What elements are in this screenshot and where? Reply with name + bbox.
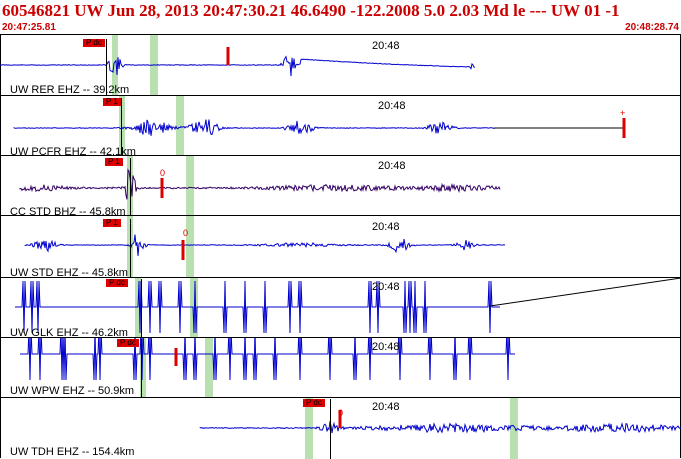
station-label: UW TDH EHZ -- 154.4km (10, 446, 135, 458)
time-mark: 20:48 (372, 40, 400, 52)
end-time: 20:48:28.74 (625, 22, 679, 33)
pick-line (130, 219, 131, 278)
pick-line (141, 339, 142, 398)
pick-tag[interactable]: P dc (106, 279, 128, 287)
trace-panel-uw-std[interactable]: P 1 20:48 0 UW STD EHZ -- 45.8km (0, 215, 681, 279)
trace-panel-cc-std[interactable]: P 1 20:48 0 CC STD BHZ -- 45.8km (0, 155, 681, 218)
time-mark: 20:48 (378, 160, 406, 172)
trace-panel-pcfr[interactable]: P 1 20:48 + UW PCFR EHZ -- 42.1km (0, 95, 681, 158)
pick-tag[interactable]: P dc (83, 39, 105, 47)
start-time: 20:47:25.81 (2, 22, 56, 33)
header-bar: 60546821 UW Jun 28, 2013 20:47:30.21 46.… (0, 0, 681, 34)
trace-panel-glk[interactable]: P dc 20:48 UW GLK EHZ -- 46.2km (0, 277, 681, 339)
s-pick-mark: 0 (160, 168, 166, 178)
event-title: 60546821 UW Jun 28, 2013 20:47:30.21 46.… (2, 1, 620, 20)
pick-line (130, 158, 131, 216)
trace-panel-tdh[interactable]: P dc 20:48 0 UW TDH EHZ -- 154.4km (0, 397, 681, 459)
pick-tag[interactable]: P 1 (103, 219, 121, 227)
time-mark: 20:48 (372, 341, 400, 353)
time-mark: 20:48 (372, 401, 400, 413)
trace-panel-wpw[interactable]: P dc 20:48 UW WPW EHZ -- 50.9km (0, 337, 681, 398)
pick-line (141, 279, 142, 338)
s-pick-mark: 0 (338, 408, 344, 418)
pick-tag[interactable]: P 1 (103, 98, 121, 106)
time-mark: 20:48 (372, 281, 400, 293)
s-pick-mark: 0 (183, 228, 189, 238)
station-label: UW WPW EHZ -- 50.9km (10, 385, 135, 397)
pick-line (330, 399, 331, 459)
pick-tag[interactable]: P dc (303, 399, 325, 407)
trace-panel-rer[interactable]: P dc 20:48 UW RER EHZ -- 39.2km (0, 34, 681, 96)
time-mark: 20:48 (372, 221, 400, 233)
pick-tag[interactable]: P 1 (105, 158, 123, 166)
plus-mark: + (620, 108, 626, 118)
pick-tag[interactable]: P dc (117, 339, 139, 347)
time-mark: 20:48 (378, 100, 406, 112)
